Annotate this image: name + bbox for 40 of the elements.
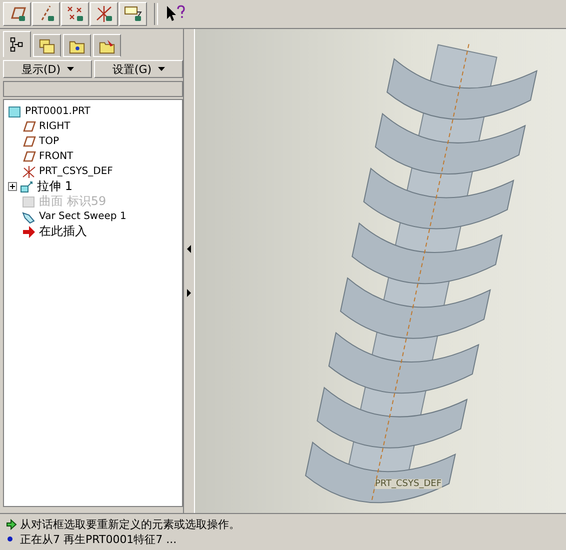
tree-item[interactable]: FRONT xyxy=(39,151,74,162)
dropdown-button[interactable]: 显示(D) xyxy=(3,60,92,78)
toolbar-button[interactable] xyxy=(90,2,118,26)
status-message: 正在从7 再生PRT0001特征7 ... xyxy=(20,532,177,546)
collapse-arrow-icon[interactable] xyxy=(187,245,191,253)
plane-icon xyxy=(22,120,36,134)
csys-label: PRT_CSYS_DEF xyxy=(375,479,442,489)
tree-item[interactable]: Var Sect Sweep 1 xyxy=(39,211,126,222)
plane-icon xyxy=(22,134,36,148)
part-icon xyxy=(8,104,22,118)
plane-icon xyxy=(22,150,36,164)
sweep-icon xyxy=(22,210,36,224)
tree-item[interactable]: PRT0001.PRT xyxy=(25,106,90,117)
expand-arrow-icon[interactable] xyxy=(187,289,191,297)
help-cursor-icon[interactable] xyxy=(165,5,185,23)
tree-item[interactable]: PRT_CSYS_DEF xyxy=(39,166,113,177)
toolbar-button[interactable] xyxy=(119,2,147,26)
surface-icon xyxy=(22,194,36,208)
note-tool-icon xyxy=(123,4,143,24)
3d-viewport[interactable]: PRT_CSYS_DEF xyxy=(194,29,566,513)
status-message: 从对话框选取要重新定义的元素或选取操作。 xyxy=(20,516,240,532)
point-tool-icon xyxy=(65,4,85,24)
extrude-icon xyxy=(20,180,34,194)
csys-tool-icon xyxy=(94,4,114,24)
tree-item[interactable]: RIGHT xyxy=(39,121,70,132)
navigator-tab[interactable] xyxy=(3,31,31,57)
caret-icon xyxy=(158,67,165,71)
tree-item[interactable]: TOP xyxy=(39,136,60,147)
arrow-icon xyxy=(22,224,36,238)
caret-icon xyxy=(66,67,74,71)
expand-toggle[interactable] xyxy=(8,182,17,191)
toolbar-button[interactable] xyxy=(61,2,89,26)
coordinate-system-icon xyxy=(22,164,36,178)
tree-item[interactable]: 在此插入 xyxy=(39,223,87,240)
dropdown-button[interactable]: 设置(G) xyxy=(94,60,183,78)
arrow-icon xyxy=(6,518,17,530)
folder-icon xyxy=(38,36,56,54)
tree-item[interactable]: 拉伸 1 xyxy=(37,178,72,195)
toolbar-button[interactable] xyxy=(3,2,31,26)
toolbar-button[interactable] xyxy=(32,2,60,26)
